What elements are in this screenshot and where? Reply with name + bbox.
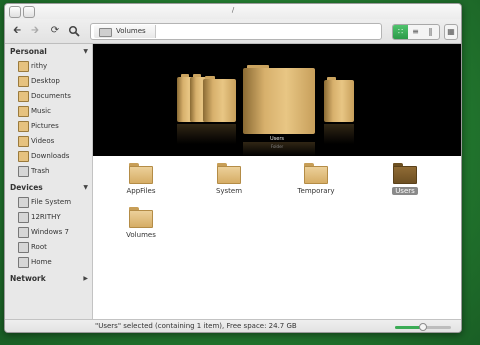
sidebar-item-label: Music [31, 107, 51, 115]
coverflow-subcaption: Folder [270, 144, 284, 149]
coverflow-folder[interactable] [203, 79, 236, 122]
chevron-down-icon[interactable]: ▼ [83, 46, 88, 58]
sidebar-item-label: Desktop [31, 77, 60, 85]
coverflow-folder-selected[interactable] [243, 68, 315, 134]
file-item-system[interactable]: System [194, 163, 264, 195]
coverflow-preview[interactable]: Users Folder [93, 44, 461, 156]
sidebar-item-label: Root [31, 243, 47, 251]
drive-icon [18, 227, 29, 238]
file-item-label: AppFiles [126, 187, 156, 195]
drive-icon [18, 212, 29, 223]
sidebar-header-network[interactable]: Network [10, 273, 46, 285]
file-item-volumes[interactable]: Volumes [106, 207, 176, 239]
file-item-users[interactable]: Users [370, 163, 440, 195]
column-view-button[interactable]: ‖ [423, 25, 438, 39]
coverflow-folder[interactable] [324, 80, 354, 122]
drive-icon [99, 28, 112, 37]
music-folder-icon [18, 106, 29, 117]
title-bar: / [5, 4, 461, 19]
location-bar[interactable]: Volumes [90, 23, 382, 40]
file-view: Users Folder AppFiles System Temporary U… [93, 44, 461, 319]
zoom-slider-handle[interactable] [419, 323, 427, 331]
chevron-down-icon[interactable]: ▼ [83, 182, 88, 194]
drive-icon [18, 197, 29, 208]
folder-icon [129, 207, 153, 228]
folder-icon [393, 163, 417, 184]
file-item-label: Users [392, 187, 418, 195]
toolbar: 🡰 🡲 ⟳ Volumes ∷ ≡ ‖ ▦ [5, 19, 461, 44]
sidebar-item-label: Pictures [31, 122, 59, 130]
list-view-button[interactable]: ≡ [408, 25, 423, 39]
sidebar-item-label: Videos [31, 137, 55, 145]
trash-icon [18, 166, 29, 177]
file-manager-window: / 🡰 🡲 ⟳ Volumes ∷ ≡ ‖ ▦ Personal ▼ rithy [4, 3, 462, 333]
sidebar-item-label: Downloads [31, 152, 70, 160]
sidebar: Personal ▼ rithy Desktop Documents Music… [5, 44, 93, 319]
pictures-folder-icon [18, 121, 29, 132]
sidebar-item-label: Windows 7 [31, 228, 69, 236]
search-icon[interactable] [67, 24, 81, 38]
zoom-slider[interactable] [395, 323, 451, 331]
sidebar-header-personal[interactable]: Personal [10, 46, 47, 58]
sidebar-item-label: 12RITHY [31, 213, 61, 221]
folder-icon [304, 163, 328, 184]
home-folder-icon [18, 61, 29, 72]
file-item-label: System [215, 187, 243, 195]
folder-icon [217, 163, 241, 184]
icon-view-button[interactable]: ∷ [393, 25, 408, 39]
sidebar-item-label: Trash [31, 167, 50, 175]
status-bar: "Users" selected (containing 1 item), Fr… [5, 319, 461, 332]
reload-icon[interactable]: ⟳ [48, 24, 62, 38]
sidebar-item-label: File System [31, 198, 72, 206]
breadcrumb-label: Volumes [116, 27, 146, 35]
folder-icon [129, 163, 153, 184]
file-item-label: Temporary [297, 187, 335, 195]
sidebar-item-label: Documents [31, 92, 71, 100]
forward-arrow-icon[interactable]: 🡲 [28, 24, 42, 38]
breadcrumb-segment[interactable]: Volumes [94, 25, 156, 38]
documents-folder-icon [18, 91, 29, 102]
view-mode-switcher: ∷ ≡ ‖ [392, 24, 440, 40]
file-item-temporary[interactable]: Temporary [281, 163, 351, 195]
coverflow-caption: Users [269, 136, 284, 142]
app-menu-button[interactable]: ▦ [444, 24, 458, 40]
sidebar-header-devices[interactable]: Devices [10, 182, 43, 194]
status-text: "Users" selected (containing 1 item), Fr… [95, 322, 297, 330]
downloads-folder-icon [18, 151, 29, 162]
window-title: / [231, 6, 235, 14]
back-arrow-icon[interactable]: 🡰 [10, 24, 24, 38]
chevron-right-icon[interactable]: ▶ [83, 273, 88, 285]
drive-icon [18, 242, 29, 253]
file-item-label: Volumes [126, 231, 156, 239]
sidebar-item-label: Home [31, 258, 52, 266]
file-item-appfiles[interactable]: AppFiles [106, 163, 176, 195]
sidebar-item-label: rithy [31, 62, 48, 70]
drive-icon [18, 257, 29, 268]
desktop-folder-icon [18, 76, 29, 87]
videos-folder-icon [18, 136, 29, 147]
